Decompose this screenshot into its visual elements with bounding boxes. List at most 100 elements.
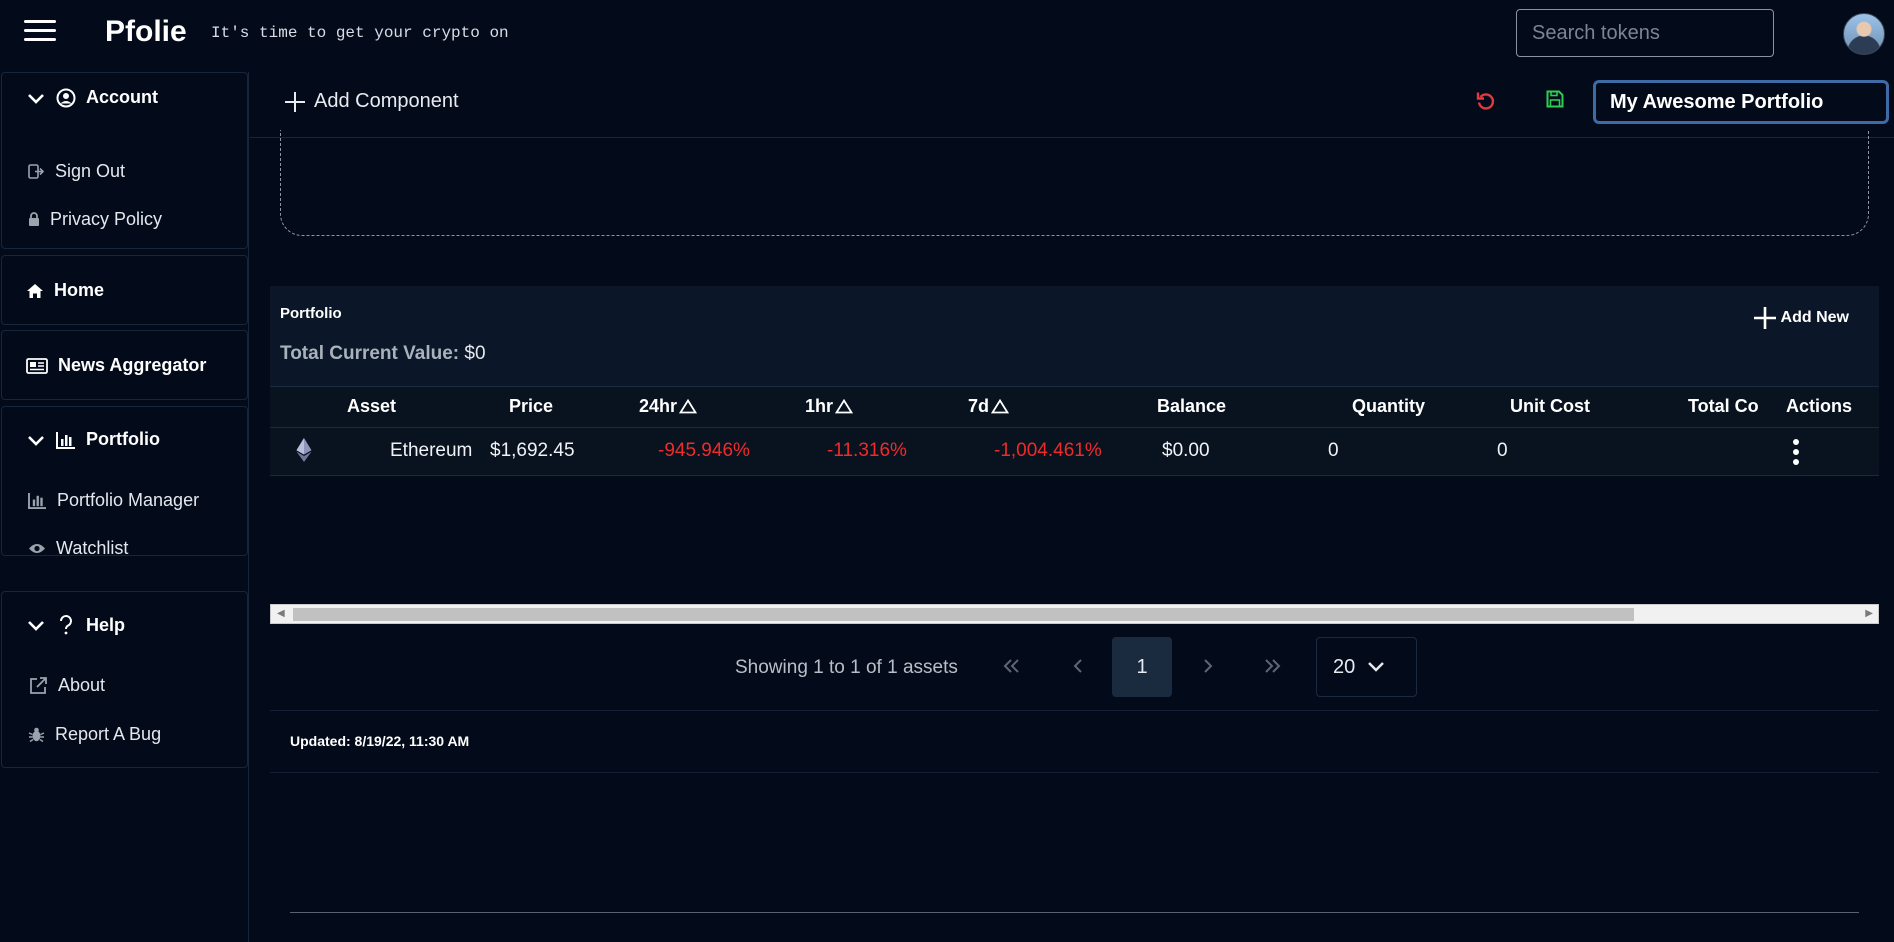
undo-icon: [1476, 90, 1496, 112]
column-header-total-cost[interactable]: Total Co:: [1688, 396, 1760, 417]
chevron-down-icon: [26, 88, 46, 108]
user-circle-icon: [56, 88, 76, 108]
plus-icon: [284, 91, 306, 113]
top-bar: Pfolie It's time to get your crypto on: [0, 0, 1894, 68]
scrollbar-thumb[interactable]: [293, 608, 1634, 621]
next-page-icon[interactable]: [1201, 652, 1215, 685]
chevron-down-icon: [1367, 661, 1385, 673]
newspaper-icon: [26, 357, 48, 374]
home-icon: [26, 283, 44, 299]
sort-triangle-icon: [679, 399, 698, 414]
cell-asset: Ethereum: [390, 440, 473, 461]
sidebar-item-portfolio-manager[interactable]: Portfolio Manager: [28, 490, 199, 511]
last-updated: Updated: 8/19/22, 11:30 AM: [290, 733, 470, 749]
chevron-down-icon: [26, 615, 46, 635]
sidebar-portfolio-toggle[interactable]: Portfolio: [26, 429, 160, 450]
column-header-asset[interactable]: Asset: [347, 396, 396, 417]
cell-balance: $0.00: [1162, 440, 1210, 461]
total-value-label: Total Current Value:: [280, 343, 460, 364]
search-input[interactable]: [1516, 9, 1774, 57]
sidebar-item-label: Watchlist: [56, 538, 129, 558]
sign-out-icon: [28, 163, 45, 180]
sidebar-help-label: Help: [86, 614, 126, 635]
external-link-icon: [28, 676, 48, 696]
first-page-icon[interactable]: [1001, 652, 1021, 685]
column-header-1hr[interactable]: 1hr: [805, 396, 854, 417]
column-header-actions: Actions: [1786, 396, 1853, 416]
sidebar: Account Sign Out Privacy Policy Home New…: [0, 72, 249, 942]
add-component-label: Add Component: [314, 90, 459, 112]
sidebar-item-label: Sign Out: [55, 161, 126, 181]
sidebar-item-label: About: [58, 675, 106, 695]
sidebar-item-watchlist[interactable]: Watchlist: [28, 538, 128, 559]
sidebar-group-home[interactable]: Home: [1, 255, 248, 325]
sidebar-item-report-bug[interactable]: Report A Bug: [28, 724, 161, 745]
sidebar-item-home[interactable]: Home: [26, 280, 104, 301]
portfolio-name-input[interactable]: [1593, 80, 1889, 124]
page-button-current[interactable]: 1: [1112, 637, 1172, 697]
column-header-unit-cost[interactable]: Unit Cost: [1510, 396, 1590, 417]
sidebar-news-label: News Aggregator: [58, 355, 207, 375]
column-header-7d[interactable]: 7d: [968, 396, 1010, 417]
cell-price: $1,692.45: [490, 440, 575, 461]
plus-icon: [1753, 306, 1777, 330]
total-value-amount: $0: [464, 343, 486, 364]
divider: [270, 710, 1879, 711]
sidebar-account-label: Account: [86, 87, 158, 107]
sidebar-item-news-aggregator[interactable]: News Aggregator: [26, 355, 206, 376]
component-drop-zone: [280, 130, 1869, 236]
page-size-value: 20: [1333, 655, 1356, 678]
pagination-summary: Showing 1 to 1 of 1 assets: [735, 657, 958, 678]
sort-triangle-icon: [835, 399, 854, 414]
divider: [270, 772, 1879, 773]
question-icon: [56, 614, 76, 636]
user-avatar[interactable]: [1843, 13, 1885, 55]
table-header: Asset Price 24hr 1hr 7d Balance Quantity…: [270, 386, 1879, 428]
sidebar-group-news[interactable]: News Aggregator: [1, 330, 248, 400]
portfolio-title: Portfolio: [280, 305, 342, 322]
scroll-right-arrow-icon[interactable]: ▶: [1865, 608, 1873, 619]
bug-icon: [28, 726, 45, 743]
chevron-down-icon: [26, 430, 46, 450]
add-new-button[interactable]: Add New: [1753, 306, 1849, 330]
ethereum-icon: [296, 438, 312, 468]
save-button[interactable]: [1546, 90, 1564, 113]
sidebar-item-label: Report A Bug: [55, 724, 162, 744]
sidebar-item-privacy-policy[interactable]: Privacy Policy: [28, 209, 162, 230]
table-row[interactable]: Ethereum $1,692.45 -945.946% -11.316% -1…: [270, 428, 1879, 476]
cell-quantity: 0: [1328, 440, 1339, 461]
sidebar-home-label: Home: [54, 280, 105, 300]
sidebar-portfolio-label: Portfolio: [86, 429, 160, 449]
sidebar-item-sign-out[interactable]: Sign Out: [28, 161, 125, 182]
sidebar-help-toggle[interactable]: Help: [26, 614, 125, 636]
page-size-select[interactable]: 20: [1316, 637, 1417, 697]
bar-chart-icon: [28, 492, 47, 509]
dashboard-toolbar: Add Component: [250, 72, 1894, 138]
cell-unit-cost: 0: [1497, 440, 1508, 461]
sidebar-group-help: Help About Report A Bug: [1, 591, 248, 768]
row-actions-menu-icon[interactable]: [1792, 438, 1800, 471]
cell-change-1h: -11.316%: [827, 440, 907, 461]
bar-chart-icon: [56, 431, 76, 449]
eye-icon: [28, 542, 46, 555]
column-header-24hr[interactable]: 24hr: [639, 396, 698, 417]
column-header-quantity[interactable]: Quantity: [1352, 396, 1425, 417]
column-header-balance[interactable]: Balance: [1157, 396, 1226, 417]
sidebar-group-portfolio: Portfolio Portfolio Manager Watchlist: [1, 406, 248, 559]
portfolio-card: Portfolio Total Current Value: $0 Add Ne…: [270, 286, 1879, 476]
sidebar-item-label: Privacy Policy: [50, 209, 163, 229]
sidebar-item-about[interactable]: About: [28, 675, 105, 696]
sidebar-account-toggle[interactable]: Account: [26, 87, 158, 108]
app-tagline: It's time to get your crypto on: [211, 24, 509, 42]
add-new-label: Add New: [1780, 309, 1849, 326]
table-horizontal-scrollbar[interactable]: ◀ ▶: [270, 604, 1879, 624]
add-component-button[interactable]: Add Component: [284, 90, 459, 113]
app-brand[interactable]: Pfolie: [105, 15, 187, 49]
scroll-left-arrow-icon[interactable]: ◀: [277, 608, 285, 619]
menu-icon[interactable]: [24, 20, 56, 46]
column-header-price[interactable]: Price: [509, 396, 553, 417]
last-page-icon[interactable]: [1263, 652, 1283, 685]
sidebar-item-label: Portfolio Manager: [57, 490, 200, 510]
previous-page-icon[interactable]: [1071, 652, 1085, 685]
reset-button[interactable]: [1476, 90, 1496, 117]
